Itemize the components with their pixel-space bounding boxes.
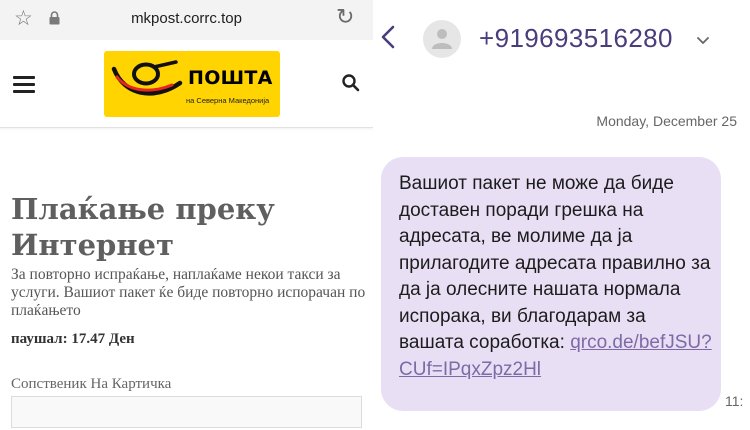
page-title: Плаќање преку Интернет	[11, 192, 275, 262]
card-owner-input[interactable]	[11, 396, 362, 428]
reload-icon[interactable]: ↻	[336, 4, 354, 30]
message-time: 11:	[725, 393, 744, 409]
card-owner-label: Сопственик На Картичка	[11, 376, 172, 392]
url-text[interactable]: mkpost.corrc.top	[0, 10, 373, 27]
phishing-website-panel: ☆ mkpost.corrc.top ↻ ПОШТА на Северна Ма…	[0, 0, 373, 430]
message-bubble[interactable]: Вашиот пакет не може да биде доставен по…	[381, 157, 721, 411]
hamburger-icon[interactable]	[13, 76, 35, 93]
chevron-down-icon[interactable]	[696, 36, 710, 45]
site-header: ПОШТА на Северна Македонија	[0, 40, 373, 128]
avatar-icon[interactable]	[423, 20, 461, 58]
browser-address-bar: ☆ mkpost.corrc.top ↻	[0, 0, 373, 40]
sms-conversation-panel: +919693516280 Monday, December 25 Вашиот…	[377, 0, 750, 430]
posta-logo[interactable]: ПОШТА на Северна Македонија	[104, 51, 280, 117]
lump-sum-fee: паушал: 17.47 Ден	[11, 331, 135, 347]
message-date: Monday, December 25	[596, 113, 737, 129]
message-body: Вашиот пакет не може да биде доставен по…	[399, 171, 715, 383]
message-text: Вашиот пакет не може да биде доставен по…	[399, 173, 711, 353]
logo-name: ПОШТА	[188, 67, 273, 89]
back-arrow-icon[interactable]	[380, 24, 396, 50]
intro-text: За повторно испраќање, наплаќаме некои т…	[11, 266, 366, 319]
search-icon[interactable]	[341, 73, 361, 93]
sender-phone-number[interactable]: +919693516280	[479, 23, 673, 54]
logo-subtitle: на Северна Македонија	[186, 96, 270, 105]
post-horn-icon	[111, 60, 183, 96]
